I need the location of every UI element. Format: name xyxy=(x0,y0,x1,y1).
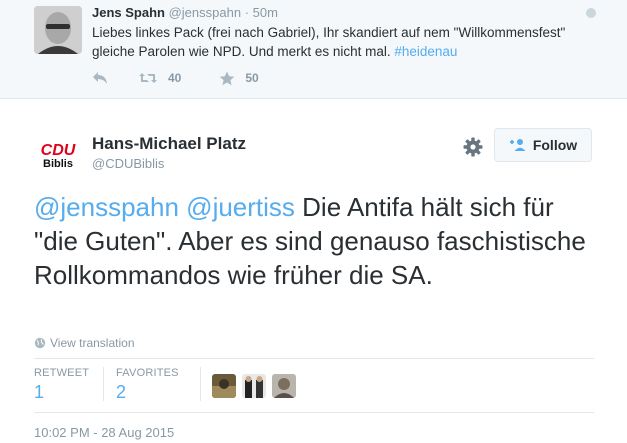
tweet-text: Liebes linkes Pack (frei nach Gabriel), … xyxy=(92,25,566,59)
avatar-photo xyxy=(34,6,82,54)
avatar[interactable] xyxy=(212,374,236,398)
retweet-icon xyxy=(139,73,157,83)
reply-button[interactable] xyxy=(92,71,108,85)
view-translation-link[interactable]: View translation xyxy=(34,336,135,350)
avatar-photo xyxy=(212,374,236,398)
avatar-photo xyxy=(242,374,266,398)
view-translation-label: View translation xyxy=(50,336,135,350)
favorite-count: 50 xyxy=(245,71,259,85)
hashtag-link[interactable]: #heidenau xyxy=(394,44,457,59)
more-dot-icon[interactable] xyxy=(586,8,596,18)
separator: · xyxy=(244,5,250,20)
follow-label: Follow xyxy=(532,137,578,153)
mention-link[interactable]: @jensspahn xyxy=(34,192,179,222)
retweets-value: 1 xyxy=(34,382,45,402)
avatar[interactable] xyxy=(34,6,82,54)
tweet-text: @jensspahn @juertiss Die Antifa hält sic… xyxy=(34,190,604,292)
author-handle[interactable]: @jensspahn xyxy=(169,5,241,20)
avatar-photo xyxy=(272,374,296,398)
follow-button[interactable]: Follow xyxy=(494,128,592,162)
favorites-value: 2 xyxy=(116,382,127,402)
cdu-biblis-logo: CDU Biblis xyxy=(34,131,82,179)
avatar[interactable]: CDU Biblis xyxy=(34,131,82,179)
divider xyxy=(34,412,594,413)
retweet-count: 40 xyxy=(168,71,182,85)
retweet-button[interactable]: 40 xyxy=(138,71,181,85)
tweet-timestamp[interactable]: 10:02 PM - 28 Aug 2015 xyxy=(34,425,174,440)
tweet-actions: 40 50 xyxy=(92,68,259,88)
gear-icon xyxy=(463,137,483,157)
avatar[interactable] xyxy=(242,374,266,398)
svg-text:Biblis: Biblis xyxy=(43,158,73,170)
favoriter-avatars xyxy=(212,374,302,398)
follow-person-icon xyxy=(509,139,526,151)
parent-tweet[interactable]: Jens Spahn @jensspahn · 50m Liebes linke… xyxy=(0,0,627,99)
parent-tweet-text: Liebes linkes Pack (frei nach Gabriel), … xyxy=(92,23,587,61)
svg-text:CDU: CDU xyxy=(41,142,76,159)
mention-link[interactable]: @juertiss xyxy=(186,192,295,222)
author-handle[interactable]: @CDUBiblis xyxy=(92,156,164,171)
stat-separator xyxy=(200,367,201,401)
reply-icon xyxy=(93,72,107,84)
retweets-label: RETWEET xyxy=(34,367,90,379)
globe-icon xyxy=(34,337,46,349)
favorite-button[interactable]: 50 xyxy=(219,71,259,86)
stat-separator xyxy=(103,367,104,401)
favorite-icon xyxy=(220,71,235,85)
favorites-label: FAVORITES xyxy=(116,367,179,379)
author-name[interactable]: Jens Spahn xyxy=(92,5,165,20)
author-name[interactable]: Hans-Michael Platz xyxy=(92,134,246,154)
avatar[interactable] xyxy=(272,374,296,398)
parent-tweet-header: Jens Spahn @jensspahn · 50m xyxy=(92,5,278,20)
retweets-stat[interactable]: RETWEET 1 xyxy=(34,367,89,403)
gear-button[interactable] xyxy=(462,136,484,158)
tweet-time[interactable]: 50m xyxy=(253,5,278,20)
favorites-stat[interactable]: FAVORITES 2 xyxy=(116,367,179,403)
divider xyxy=(34,358,594,359)
